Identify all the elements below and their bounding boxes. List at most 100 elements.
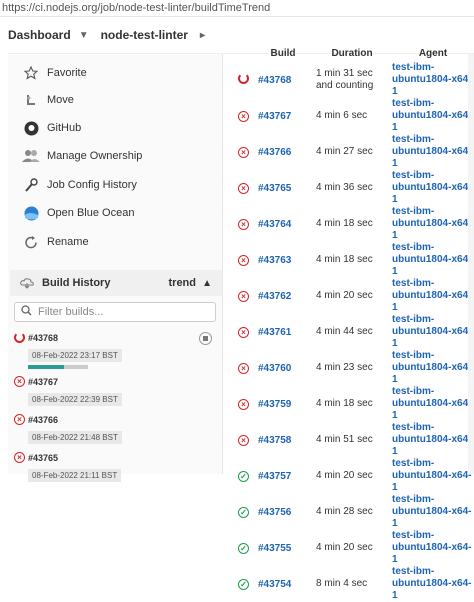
status-cell: ✓ <box>238 566 258 602</box>
sidebar-item-manage-ownership[interactable]: Manage Ownership <box>22 145 142 167</box>
duration-cell: 4 min 18 sec <box>316 254 373 265</box>
sidebar-item-label: Favorite <box>47 67 87 79</box>
build-link[interactable]: #43757 <box>258 471 291 482</box>
build-cell: #43767 <box>258 98 308 134</box>
sidebar-item-label: Manage Ownership <box>47 150 143 162</box>
status-cell: × <box>238 422 258 458</box>
sidebar-item-github[interactable]: GitHub <box>22 117 81 139</box>
sidebar-item-job-config-history[interactable]: Job Config History <box>22 174 137 196</box>
table-row: × #43765 4 min 36 sec test-ibm-ubuntu1804-x… <box>238 170 474 206</box>
status-cell: × <box>238 242 258 278</box>
build-link[interactable]: #43760 <box>258 363 291 374</box>
history-build-number[interactable]: #43766 <box>28 415 58 425</box>
agent-link[interactable]: test-ibm-ubuntu1804-x64-1 <box>388 134 474 170</box>
agent-link[interactable]: test-ibm-ubuntu1804-x64-1 <box>388 170 474 206</box>
table-row: ✓ #43757 4 min 20 sec test-ibm-ubuntu1804-x… <box>238 458 474 494</box>
chevron-right-icon: ▸ <box>199 29 205 41</box>
running-status-icon <box>14 332 25 343</box>
cancel-build-icon[interactable] <box>199 332 212 345</box>
sidebar-item-open-blue-ocean[interactable]: Open Blue Ocean <box>22 202 134 224</box>
agent-link[interactable]: test-ibm-ubuntu1804-x64-1 <box>388 458 474 494</box>
agent-link[interactable]: test-ibm-ubuntu1804-x64-1 <box>388 206 474 242</box>
agent-link[interactable]: test-ibm-ubuntu1804-x64-1 <box>388 530 474 566</box>
sidebar-item-label: Job Config History <box>47 179 137 191</box>
agent-link[interactable]: test-ibm-ubuntu1804-x64-1 <box>388 98 474 134</box>
build-link[interactable]: #43754 <box>258 579 291 590</box>
table-row: × #43759 4 min 18 sec test-ibm-ubuntu1804-x… <box>238 386 474 422</box>
history-build-number[interactable]: #43765 <box>28 453 58 463</box>
build-link[interactable]: #43755 <box>258 543 291 554</box>
chevron-right-icon[interactable]: ▼ <box>79 30 89 41</box>
agent-link[interactable]: test-ibm-ubuntu1804-x64-1 <box>388 386 474 422</box>
table-row: × #43762 4 min 20 sec test-ibm-ubuntu1804-x… <box>238 278 474 314</box>
agent-link[interactable]: test-ibm-ubuntu1804-x64-1 <box>388 242 474 278</box>
build-progress-bar <box>28 365 88 369</box>
sidebar-item-label: Move <box>47 94 74 106</box>
build-link[interactable]: #43758 <box>258 435 291 446</box>
sidebar-item-move[interactable]: Move <box>22 89 74 111</box>
build-link[interactable]: #43766 <box>258 147 291 158</box>
status-cell: ✓ <box>238 458 258 494</box>
history-build-number[interactable]: #43768 <box>28 333 58 343</box>
status-cell: × <box>238 134 258 170</box>
sidebar-item-favorite[interactable]: Favorite <box>22 62 87 84</box>
breadcrumb-dashboard[interactable]: Dashboard <box>8 28 71 42</box>
status-cell: × <box>238 98 258 134</box>
build-cell: #43758 <box>258 422 308 458</box>
failed-status-icon: × <box>238 290 249 302</box>
history-item[interactable]: × #43767 08-Feb-2022 22:39 BST <box>14 376 224 406</box>
trend-link[interactable]: trend <box>169 277 197 289</box>
agent-link[interactable]: test-ibm-ubuntu1804-x64-1 <box>388 314 474 350</box>
filter-builds-input[interactable]: Filter builds... <box>14 302 216 322</box>
failed-status-icon: × <box>238 218 249 230</box>
history-item[interactable]: × #43765 08-Feb-2022 21:11 BST <box>14 452 224 482</box>
table-header-row: Build Duration Agent <box>238 44 474 62</box>
blue-ocean-icon <box>22 204 40 222</box>
agent-link[interactable]: test-ibm-ubuntu1804-x64-1 <box>388 350 474 386</box>
chevron-up-icon[interactable]: ▲ <box>202 278 212 289</box>
history-item[interactable]: × #43766 08-Feb-2022 21:48 BST <box>14 414 224 444</box>
history-item[interactable]: #43768 08-Feb-2022 23:17 BST <box>14 332 224 369</box>
duration-cell: 4 min 20 sec <box>316 542 373 553</box>
build-time-trend-table: Build Duration Agent #43768 1 min 31 sec … <box>238 44 474 602</box>
build-link[interactable]: #43759 <box>258 399 291 410</box>
agent-link[interactable]: test-ibm-ubuntu1804-x64-1 <box>388 62 474 98</box>
agent-link[interactable]: test-ibm-ubuntu1804-x64-1 <box>388 494 474 530</box>
status-cell: × <box>238 170 258 206</box>
breadcrumb-job[interactable]: node-test-linter <box>101 28 188 42</box>
success-status-icon: ✓ <box>238 506 249 518</box>
agent-link[interactable]: test-ibm-ubuntu1804-x64-1 <box>388 278 474 314</box>
table-row: ✓ #43754 8 min 4 sec test-ibm-ubuntu1804-x6… <box>238 566 474 602</box>
header-duration: Duration <box>331 47 373 59</box>
build-link[interactable]: #43761 <box>258 327 291 338</box>
build-cell: #43762 <box>258 278 308 314</box>
build-link[interactable]: #43756 <box>258 507 291 518</box>
build-cell: #43759 <box>258 386 308 422</box>
cloud-icon <box>20 277 34 289</box>
duration-cell: 1 min 31 sec and counting <box>316 68 374 91</box>
history-build-date: 08-Feb-2022 22:39 BST <box>28 393 122 406</box>
agent-link[interactable]: test-ibm-ubuntu1804-x64-1 <box>388 566 474 602</box>
sidebar-item-rename[interactable]: Rename <box>22 231 89 253</box>
success-status-icon: ✓ <box>238 470 249 482</box>
address-bar[interactable]: https://ci.nodejs.org/job/node-test-lint… <box>0 0 474 17</box>
build-link[interactable]: #43762 <box>258 291 291 302</box>
scrollbar[interactable] <box>468 54 474 474</box>
status-cell: × <box>238 350 258 386</box>
build-link[interactable]: #43765 <box>258 183 291 194</box>
build-link[interactable]: #43768 <box>258 75 291 86</box>
build-cell: #43765 <box>258 170 308 206</box>
failed-status-icon: × <box>14 452 25 463</box>
build-cell: #43755 <box>258 530 308 566</box>
build-cell: #43763 <box>258 242 308 278</box>
history-build-number[interactable]: #43767 <box>28 377 58 387</box>
move-icon <box>22 91 40 109</box>
history-build-date: 08-Feb-2022 21:48 BST <box>28 431 122 444</box>
agent-link[interactable]: test-ibm-ubuntu1804-x64-1 <box>388 422 474 458</box>
build-link[interactable]: #43763 <box>258 255 291 266</box>
build-history-header: Build History trend ▲ <box>10 270 222 296</box>
build-link[interactable]: #43764 <box>258 219 291 230</box>
duration-cell: 4 min 36 sec <box>316 182 373 193</box>
header-agent: Agent <box>418 47 448 59</box>
build-link[interactable]: #43767 <box>258 111 291 122</box>
